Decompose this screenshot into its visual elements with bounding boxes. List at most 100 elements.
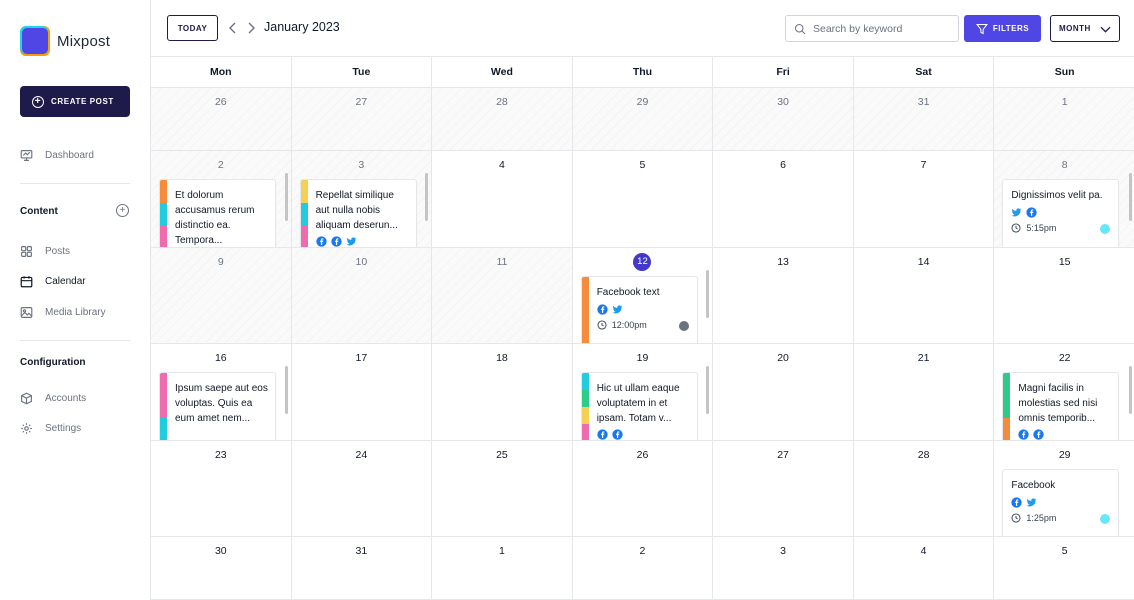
day-cell[interactable]: 1	[432, 537, 573, 600]
scrollbar[interactable]	[706, 269, 710, 318]
day-cell[interactable]: 24	[291, 440, 433, 537]
chevron-left-icon[interactable]	[226, 20, 240, 36]
day-cell[interactable]: 18	[432, 344, 573, 441]
chevron-right-icon[interactable]	[244, 20, 258, 36]
post-card[interactable]: Et dolorum accusamus rerum distinctio ea…	[159, 179, 276, 247]
scrollbar[interactable]	[284, 173, 288, 221]
day-cell[interactable]: 17	[291, 344, 433, 441]
day-cell[interactable]: 25	[432, 440, 573, 537]
day-cell[interactable]: 20	[713, 344, 854, 441]
weekday-thu: Thu	[573, 57, 714, 87]
post-text: Facebook text	[596, 286, 660, 298]
day-cell[interactable]: 29	[572, 88, 714, 151]
day-number: 2	[639, 545, 646, 557]
post-card[interactable]: Dignissimos velit pa. 5:15pm	[1002, 179, 1120, 247]
day-number: 4	[498, 159, 505, 171]
add-circle-icon[interactable]: +	[116, 204, 129, 217]
create-post-button[interactable]: + CREATE POST	[20, 86, 130, 117]
calendar-grid: 26 27 28 29 30 31 1 2 Et dolorum accusam…	[151, 88, 1134, 600]
day-cell[interactable]: 2	[572, 537, 714, 600]
day-number: 30	[777, 96, 789, 108]
day-cell-today[interactable]: 12 Facebook text 12:00pm	[572, 247, 714, 344]
day-number: 28	[917, 448, 930, 461]
day-cell[interactable]: 2 Et dolorum accusamus rerum distinctio …	[151, 151, 292, 248]
post-card[interactable]: Repellat similique aut nulla nobis aliqu…	[299, 179, 417, 247]
filters-button[interactable]: FILTERS	[964, 15, 1041, 42]
day-cell[interactable]: 3	[713, 537, 854, 600]
scrollbar[interactable]	[284, 366, 288, 414]
scrollbar[interactable]	[1128, 173, 1132, 221]
search-box[interactable]	[785, 15, 959, 42]
day-cell[interactable]: 3 Repellat similique aut nulla nobis ali…	[291, 151, 433, 248]
day-cell[interactable]: 14	[853, 247, 995, 344]
day-cell[interactable]: 30	[713, 88, 854, 151]
day-cell[interactable]: 16 Ipsum saepe aut eos voluptas. Quis ea…	[151, 344, 292, 441]
facebook-icon	[1011, 496, 1023, 508]
day-cell[interactable]: 15	[994, 248, 1134, 344]
day-cell[interactable]: 31	[291, 537, 433, 600]
day-cell[interactable]: 26	[572, 440, 714, 537]
sidebar-divider	[20, 340, 130, 341]
sidebar-item-label: Media Library	[45, 307, 106, 318]
day-cell[interactable]: 13	[713, 247, 854, 344]
day-number: 16	[214, 352, 227, 364]
day-number: 2	[217, 159, 224, 171]
logo[interactable]: Mixpost	[20, 26, 110, 56]
day-cell[interactable]: 19 Hic ut ullam eaque voluptatem in et i…	[572, 344, 714, 441]
sidebar-item-posts[interactable]: Posts	[20, 245, 70, 258]
status-dot	[1100, 513, 1111, 524]
day-cell[interactable]: 30	[151, 537, 292, 600]
day-cell[interactable]: 28	[432, 88, 573, 151]
day-number: 11	[496, 255, 508, 268]
day-cell[interactable]: 5	[572, 151, 714, 248]
day-cell[interactable]: 29 Facebook 1:25pm	[994, 441, 1134, 537]
day-cell[interactable]: 9	[151, 247, 292, 344]
day-cell[interactable]: 4	[432, 151, 573, 248]
sidebar-item-accounts[interactable]: Accounts	[20, 392, 86, 405]
day-cell[interactable]: 11	[432, 247, 573, 344]
post-card[interactable]: Hic ut ullam eaque voluptatem in et ipsa…	[580, 372, 698, 440]
scrollbar[interactable]	[706, 366, 710, 414]
post-time: 1:25pm	[1011, 513, 1056, 523]
day-cell[interactable]: 27	[713, 440, 854, 537]
day-cell[interactable]: 6	[713, 151, 854, 248]
day-cell[interactable]: 26	[151, 88, 292, 151]
sidebar-item-media-library[interactable]: Media Library	[20, 306, 106, 319]
day-cell[interactable]: 5	[994, 537, 1134, 600]
today-button[interactable]: TODAY	[167, 15, 218, 41]
view-select[interactable]: MONTH	[1050, 15, 1120, 42]
create-post-label: CREATE POST	[51, 97, 114, 106]
facebook-icon	[1026, 207, 1038, 218]
day-cell[interactable]: 4	[853, 537, 995, 600]
day-number: 29	[1058, 448, 1071, 461]
sidebar-item-dashboard[interactable]: Dashboard	[20, 149, 94, 162]
twitter-icon	[346, 237, 356, 246]
sidebar-item-settings[interactable]: Settings	[20, 422, 81, 435]
day-cell[interactable]: 10	[291, 247, 433, 344]
post-card[interactable]: Facebook 1:25pm	[1002, 468, 1120, 537]
post-card[interactable]: Ipsum saepe aut eos voluptas. Quis ea eu…	[159, 372, 276, 440]
clock-icon	[597, 319, 607, 330]
day-cell[interactable]: 28	[853, 440, 995, 537]
day-cell[interactable]: 23	[151, 440, 292, 537]
post-socials	[1011, 496, 1037, 508]
day-cell[interactable]: 27	[291, 88, 433, 151]
post-text: Ipsum saepe aut eos voluptas. Quis ea eu…	[175, 383, 268, 424]
post-card[interactable]: Magni facilis in molestias sed nisi omni…	[1002, 372, 1120, 440]
facebook-icon	[597, 429, 608, 440]
day-cell[interactable]: 1	[994, 88, 1134, 151]
sidebar-item-calendar[interactable]: Calendar	[20, 275, 86, 288]
day-cell[interactable]: 21	[853, 344, 995, 441]
post-card[interactable]: Facebook text 12:00pm	[580, 275, 698, 344]
scrollbar[interactable]	[425, 173, 429, 221]
day-cell[interactable]: 7	[853, 151, 995, 248]
scrollbar[interactable]	[1128, 366, 1132, 414]
weekday-sun: Sun	[1054, 66, 1075, 78]
day-cell[interactable]: 8 Dignissimos velit pa. 5:15pm	[994, 151, 1134, 248]
day-cell[interactable]: 22 Magni facilis in molestias sed nisi o…	[994, 344, 1134, 441]
facebook-icon	[1018, 429, 1030, 440]
search-input[interactable]	[813, 22, 953, 35]
facebook-icon	[612, 429, 623, 440]
day-cell[interactable]: 31	[853, 88, 995, 151]
sidebar-item-label: Calendar	[45, 276, 86, 287]
